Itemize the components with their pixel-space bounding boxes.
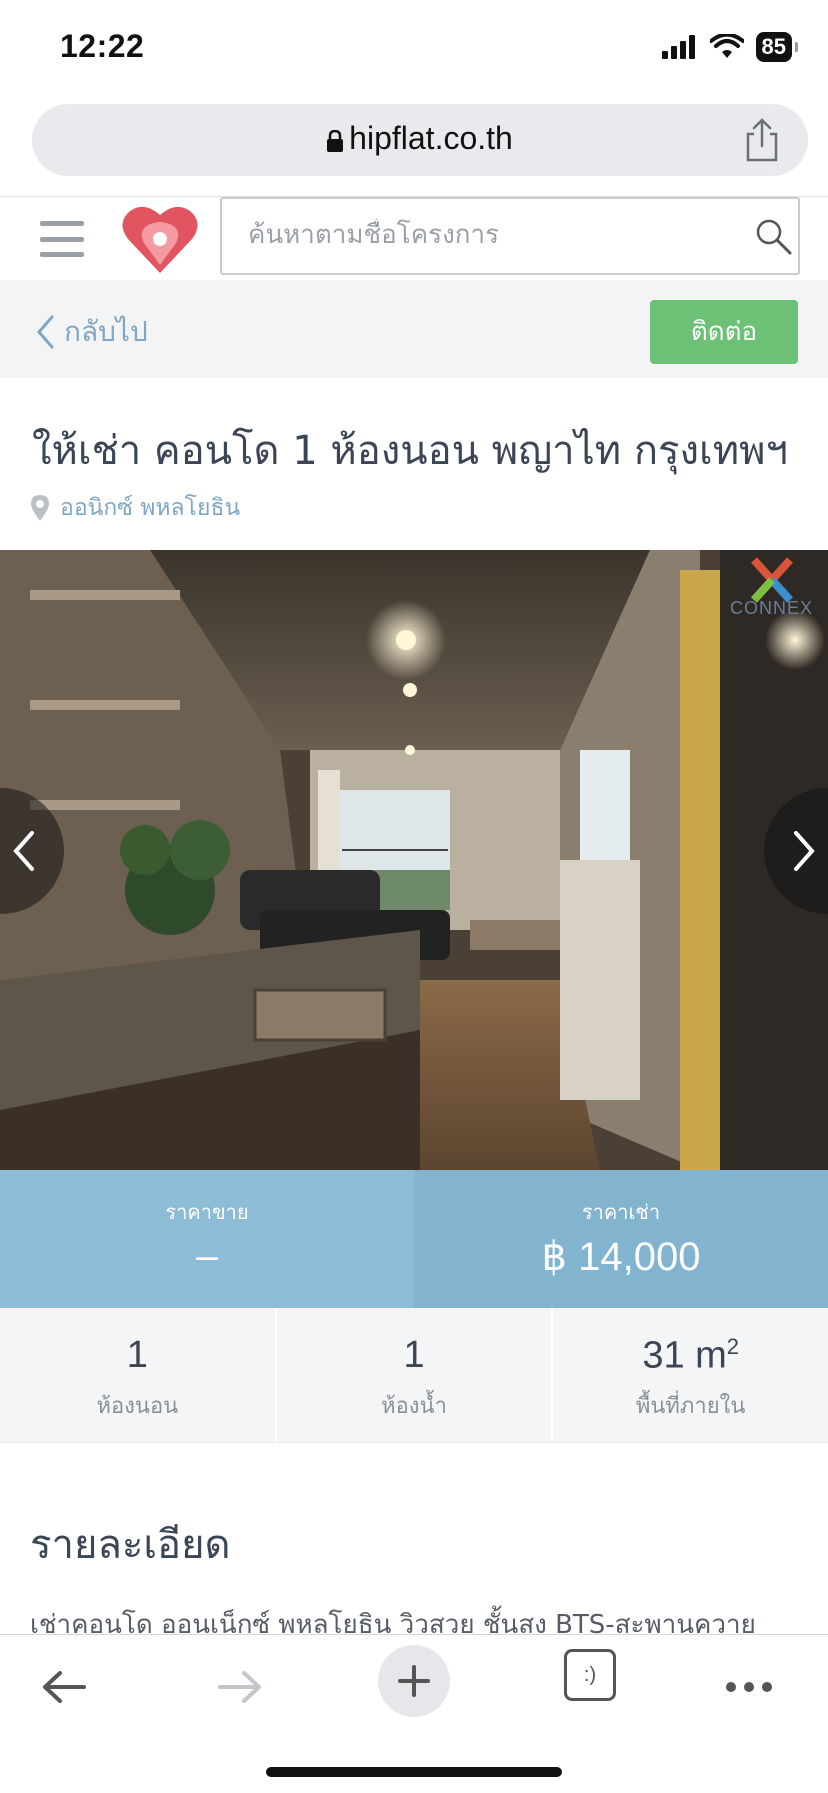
search-icon[interactable] bbox=[754, 217, 794, 257]
bathrooms-label: ห้องน้ำ bbox=[381, 1394, 447, 1419]
signal-icon bbox=[661, 35, 695, 59]
url-text: hipflat.co.th bbox=[349, 120, 513, 156]
back-button[interactable] bbox=[36, 1655, 92, 1719]
rent-price-value: ฿ 14,000 bbox=[541, 1235, 701, 1279]
sale-price-label: ราคาขาย bbox=[165, 1200, 249, 1224]
bathrooms-value: 1 bbox=[403, 1334, 425, 1376]
area-label: พื้นที่ภายใน bbox=[635, 1394, 746, 1419]
site-header bbox=[0, 196, 828, 281]
location-link[interactable]: ออนิกซ์ พหลโยธิน bbox=[30, 490, 240, 526]
battery-indicator: 85 bbox=[755, 32, 799, 62]
arrow-right-icon bbox=[218, 1671, 261, 1703]
forward-button[interactable] bbox=[212, 1655, 268, 1719]
rent-price-label: ราคาเช่า bbox=[581, 1200, 661, 1224]
price-row: ราคาขาย – ราคาเช่า ฿ 14,000 bbox=[0, 1170, 828, 1308]
url-display: hipflat.co.th bbox=[32, 120, 808, 157]
tabs-icon: :) bbox=[583, 1663, 597, 1686]
chevron-left-icon bbox=[13, 831, 34, 871]
more-icon bbox=[726, 1682, 772, 1692]
menu-icon[interactable] bbox=[40, 221, 84, 257]
arrow-left-icon bbox=[43, 1671, 86, 1703]
sale-price-value: – bbox=[195, 1234, 219, 1278]
tabs-button[interactable]: :) bbox=[564, 1649, 616, 1701]
area-spec: 31 m2 พื้นที่ภายใน bbox=[553, 1308, 828, 1442]
bedrooms-spec: 1 ห้องนอน bbox=[0, 1308, 277, 1442]
specs-row: 1 ห้องนอน 1 ห้องน้ำ 31 m2 พื้นที่ภายใน bbox=[0, 1308, 828, 1443]
listing-title: ให้เช่า คอนโด 1 ห้องนอน พญาไท กรุงเทพฯ bbox=[32, 428, 788, 474]
status-time: 12:22 bbox=[60, 28, 145, 64]
area-number: 31 m bbox=[642, 1334, 727, 1377]
map-pin-icon bbox=[31, 495, 49, 521]
watermark-text: CONNEX bbox=[730, 598, 814, 618]
bedrooms-value: 1 bbox=[126, 1334, 148, 1376]
new-tab-button[interactable] bbox=[378, 1645, 450, 1717]
bathrooms-spec: 1 ห้องน้ำ bbox=[277, 1308, 554, 1442]
share-icon[interactable] bbox=[744, 118, 780, 162]
wifi-icon bbox=[709, 34, 744, 58]
listing-photo[interactable]: CONNEX bbox=[0, 550, 828, 1170]
chevron-right-icon bbox=[794, 831, 815, 871]
location-label: ออนิกซ์ พหลโยธิน bbox=[60, 495, 241, 521]
area-value: 31 m2 bbox=[553, 1334, 828, 1378]
status-bar: 12:22 85 bbox=[0, 0, 828, 92]
back-link[interactable]: กลับไป bbox=[36, 310, 148, 354]
details-heading: รายละเอียด bbox=[30, 1522, 231, 1568]
lock-icon bbox=[327, 129, 344, 152]
browser-toolbar: :) bbox=[0, 1634, 828, 1793]
search-box[interactable] bbox=[220, 197, 800, 275]
condo-living-room-image bbox=[0, 550, 828, 1170]
chevron-left-icon bbox=[37, 315, 54, 349]
back-label: กลับไป bbox=[64, 315, 148, 348]
area-unit-superscript: 2 bbox=[726, 1334, 740, 1359]
status-icons: 85 bbox=[661, 32, 799, 62]
search-input[interactable] bbox=[246, 219, 730, 251]
url-bar[interactable]: hipflat.co.th bbox=[32, 104, 808, 176]
sale-price-cell: ราคาขาย – bbox=[0, 1170, 414, 1308]
heart-pin-logo-icon[interactable] bbox=[122, 203, 198, 275]
plus-icon bbox=[398, 1665, 430, 1697]
home-indicator bbox=[266, 1767, 562, 1777]
bedrooms-label: ห้องนอน bbox=[96, 1394, 179, 1419]
rent-price-cell: ราคาเช่า ฿ 14,000 bbox=[414, 1170, 828, 1308]
more-button[interactable] bbox=[724, 1655, 774, 1719]
contact-button[interactable]: ติดต่อ bbox=[650, 300, 798, 364]
nav-row: กลับไป ติดต่อ bbox=[0, 280, 828, 378]
